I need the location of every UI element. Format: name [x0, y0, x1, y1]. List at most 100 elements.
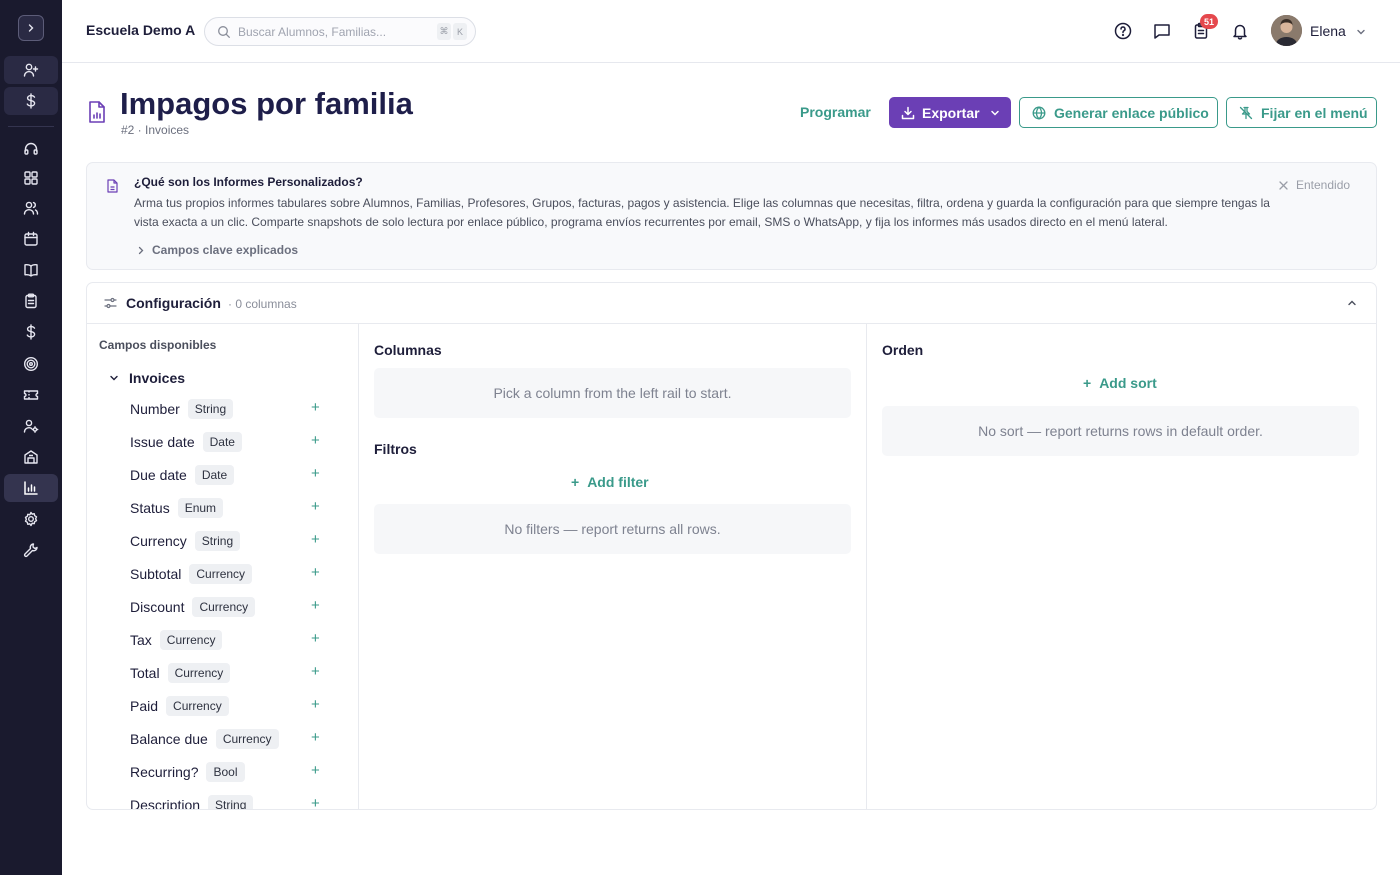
search-input[interactable]: Buscar Alumnos, Familias... ⌘ K [204, 17, 476, 46]
configuration-header[interactable]: Configuración · 0 columnas [87, 283, 1376, 324]
gear-icon [24, 511, 38, 527]
field-item[interactable]: Issue date Date [130, 431, 242, 453]
tasks-count-badge: 51 [1200, 14, 1218, 29]
sidebar-item-payments[interactable] [4, 87, 58, 115]
sidebar-item-school[interactable] [4, 443, 58, 471]
field-type-badge: Bool [206, 762, 245, 782]
field-type-badge: Currency [159, 630, 223, 650]
sidebar-item-support[interactable] [4, 135, 58, 163]
sidebar-item-calendar[interactable] [4, 225, 58, 253]
report-file-icon [89, 101, 105, 123]
field-name: Description [130, 797, 201, 810]
field-item[interactable]: Currency String [130, 530, 241, 552]
clipboard-icon [25, 293, 37, 309]
column-count: · 0 columnas [228, 297, 297, 311]
sidebar-item-billing[interactable] [4, 318, 58, 346]
sidebar-item-add-student[interactable] [4, 56, 58, 84]
sidebar-item-settings[interactable] [4, 505, 58, 533]
add-sort-button[interactable]: + Add sort [1083, 375, 1157, 391]
dismiss-button[interactable]: Entendido [1279, 178, 1350, 192]
chevron-down-icon [990, 110, 999, 116]
available-fields-rail[interactable]: Campos disponibles Invoices Number String… [87, 324, 359, 810]
page-subtitle: #2 · Invoices [121, 123, 190, 137]
field-item[interactable]: Recurring? Bool [130, 761, 245, 783]
add-field-button[interactable]: + [311, 597, 320, 614]
field-item[interactable]: Subtotal Currency [130, 563, 253, 585]
export-button[interactable]: Exportar [889, 97, 1011, 128]
dollar-icon [26, 324, 36, 340]
sidebar-item-courses[interactable] [4, 256, 58, 284]
field-name: Issue date [130, 434, 195, 450]
field-name: Recurring? [130, 764, 199, 780]
sidebar-item-reports[interactable] [4, 474, 58, 502]
schedule-button[interactable]: Programar [800, 104, 871, 120]
field-name: Discount [130, 599, 185, 615]
sidebar-item-dashboard[interactable] [4, 164, 58, 192]
school-name[interactable]: Escuela Demo A [86, 22, 195, 38]
add-field-button[interactable]: + [311, 630, 320, 647]
chevron-down-icon[interactable] [1355, 26, 1367, 38]
add-field-button[interactable]: + [311, 696, 320, 713]
avatar-photo [1271, 15, 1302, 46]
field-group-invoices[interactable]: Invoices [109, 370, 185, 386]
add-field-button[interactable]: + [311, 465, 320, 482]
available-fields-label: Campos disponibles [99, 338, 217, 352]
add-field-button[interactable]: + [311, 399, 320, 416]
book-icon [24, 263, 38, 277]
sidebar-item-user-settings[interactable] [4, 412, 58, 440]
page-title: Impagos por familia [120, 86, 413, 121]
search-icon [218, 26, 230, 38]
field-item[interactable]: Tax Currency [130, 629, 223, 651]
add-field-button[interactable]: + [311, 432, 320, 449]
field-type-badge: Currency [166, 696, 229, 716]
field-item[interactable]: Due date Date [130, 464, 235, 486]
key-fields-toggle[interactable]: Campos clave explicados [137, 243, 298, 257]
field-item[interactable]: Description String [130, 794, 254, 810]
field-item[interactable]: Total Currency [130, 662, 231, 684]
add-field-button[interactable]: + [311, 531, 320, 548]
add-field-button[interactable]: + [311, 498, 320, 515]
help-button[interactable] [1112, 20, 1134, 42]
field-item[interactable]: Paid Currency [130, 695, 229, 717]
notifications-button[interactable] [1229, 20, 1251, 42]
user-name[interactable]: Elena [1310, 23, 1346, 39]
messages-button[interactable] [1151, 20, 1173, 42]
info-body: Arma tus propios informes tabulares sobr… [134, 196, 1270, 229]
order-empty-state: No sort — report returns rows in default… [882, 406, 1359, 456]
sidebar-item-goals[interactable] [4, 350, 58, 378]
add-field-button[interactable]: + [311, 795, 320, 809]
dismiss-label: Entendido [1296, 178, 1351, 192]
chevron-up-icon[interactable] [1346, 297, 1358, 309]
users-icon [23, 201, 39, 215]
field-item[interactable]: Balance due Currency [130, 728, 279, 750]
sidebar-item-people[interactable] [4, 194, 58, 222]
field-type-badge: Currency [167, 663, 231, 683]
field-item[interactable]: Status Enum [130, 497, 224, 519]
field-item[interactable]: Discount Currency [130, 596, 256, 618]
sidebar-expand-button[interactable] [18, 15, 44, 41]
order-panel: Orden + Add sort No sort — report return… [867, 324, 1376, 809]
top-bar: Escuela Demo A Buscar Alumnos, Familias.… [62, 0, 1400, 63]
add-field-button[interactable]: + [311, 564, 320, 581]
pin-menu-button[interactable]: Fijar en el menú [1226, 97, 1377, 128]
sidebar-item-tools[interactable] [4, 536, 58, 564]
public-link-button[interactable]: Generar enlace público [1019, 97, 1218, 128]
key-fields-label: Campos clave explicados [152, 243, 299, 257]
field-item[interactable]: Number String [130, 398, 234, 420]
sliders-icon [104, 297, 117, 309]
field-type-badge: Enum [177, 498, 224, 518]
field-name: Total [130, 665, 160, 681]
add-field-button[interactable]: + [311, 729, 320, 746]
avatar[interactable] [1271, 15, 1302, 46]
add-filter-button[interactable]: + Add filter [571, 474, 649, 490]
columns-dropzone[interactable]: Pick a column from the left rail to star… [374, 368, 851, 418]
columns-filters-panel: Columnas Pick a column from the left rai… [359, 324, 867, 809]
add-field-button[interactable]: + [311, 762, 320, 779]
wrench-icon [23, 543, 38, 558]
add-field-button[interactable]: + [311, 663, 320, 680]
message-icon [1154, 24, 1170, 39]
sidebar-item-tickets[interactable] [4, 381, 58, 409]
sidebar-item-tasks[interactable] [4, 287, 58, 315]
field-name: Number [130, 401, 180, 417]
bar-chart-icon [24, 481, 38, 495]
